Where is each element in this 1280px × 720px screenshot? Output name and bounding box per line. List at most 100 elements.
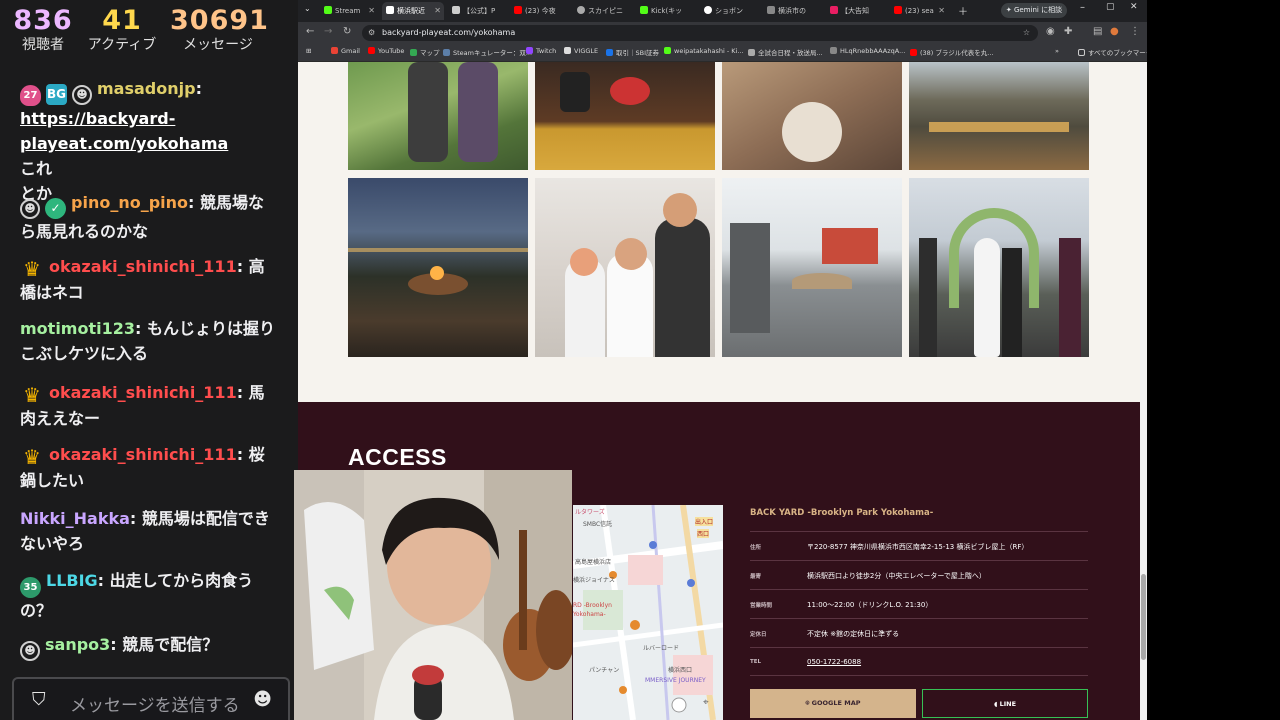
tab[interactable]: 【公式】P [448,2,506,20]
gemini-button[interactable]: ✦ Gemini に相談 [1001,3,1067,18]
chat-username[interactable]: okazaki_shinichi_111 [49,257,237,276]
bookmark-label: YouTube [378,47,405,55]
tab-favicon [514,6,522,14]
bookmark-item[interactable]: マップ [410,47,440,57]
chat-link[interactable]: https://backyard- [20,109,175,128]
close-icon[interactable]: ✕ [938,2,945,20]
bookmark-item[interactable]: 全試合日程・放送局... [748,47,823,57]
page-scrollbar[interactable] [1140,62,1147,720]
info-row-station: 最寄 横浜駅西口より徒歩2分（中央エレベーターで屋上階へ） [750,560,1088,589]
gallery-photo[interactable] [348,178,528,357]
line-button[interactable]: ◖ LINE [922,689,1088,718]
all-bookmarks[interactable]: すべてのブックマーク [1078,47,1147,57]
tab-search-icon[interactable]: ⌄ [304,4,311,13]
gallery-photo[interactable] [722,62,902,170]
chat-text: これ [20,159,53,178]
site-info-icon[interactable]: ⚙ [368,25,375,41]
line-icon: ◖ [993,700,998,708]
forward-icon[interactable]: → [324,26,332,37]
gallery-photo[interactable] [535,62,715,170]
menu-icon[interactable]: ⋮ [1130,26,1140,37]
info-row-hours: 営業時間 11:00〜22:00（ドリンクL.O. 21:30） [750,589,1088,618]
more-bookmarks-icon[interactable]: » [1055,47,1059,55]
bookmark-label: Steamキュレーター：双... [453,49,533,57]
tab[interactable]: 【大告知 [826,2,884,20]
access-heading: ACCESS [348,444,447,470]
tab[interactable]: Kick(キッ [636,2,694,20]
map-crosshair-icon[interactable]: ⌖ [703,697,709,708]
close-window-icon[interactable]: ✕ [1130,2,1138,12]
tab[interactable]: (23) sea ✕ [890,2,948,20]
tab[interactable]: スカイピニ [573,2,631,20]
tab[interactable]: 横浜市の [763,2,821,20]
info-value: 横浜駅西口より徒歩2分（中央エレベーターで屋上階へ） [807,572,986,580]
gallery-photo[interactable] [909,178,1089,357]
chat-username[interactable]: pino_no_pino [71,193,188,212]
maximize-icon[interactable]: ▢ [1106,2,1115,12]
gallery-photo[interactable] [909,62,1089,170]
bookmark-item[interactable]: HLqRnebbAAAzqA... [830,47,905,55]
sub-badge-icon: 27 [20,85,41,106]
address-bar[interactable]: ⚙ backyard-playeat.com/yokohama ☆ [362,25,1038,41]
scrollbar-thumb[interactable] [1141,574,1146,660]
minimize-icon[interactable]: – [1080,2,1085,13]
bookmark-item[interactable]: 取引｜SBI証券 [606,47,659,57]
chat-username[interactable]: motimoti123 [20,319,135,338]
chat-input-box[interactable]: ⛉ メッセージを送信する ☻ [12,677,290,720]
tab-label: Kick(キッ [651,7,683,15]
new-tab-icon[interactable]: ＋ [958,3,968,18]
tab[interactable]: ショボン [700,2,758,20]
emoji-icon[interactable]: ☻ [253,689,272,710]
tab-favicon [577,6,585,14]
shield-icon[interactable]: ⛉ [32,689,50,710]
reload-icon[interactable]: ↻ [343,26,351,37]
chat-username[interactable]: okazaki_shinichi_111 [49,383,237,402]
tab[interactable]: (23) 今夜 [510,2,568,20]
bookmark-item[interactable]: (38) ブラジル代表を丸... [910,47,993,57]
messages-count: 30691 [170,5,269,36]
map-label: パンチャン [589,667,620,674]
close-icon[interactable]: ✕ [368,2,375,20]
info-row-tel: TEL 050-1722-6088 [750,647,1088,676]
map-pin-icon: ⌾ [805,699,810,707]
extension-icon[interactable]: ◉ [1046,26,1055,37]
chat-username[interactable]: sanpo3 [45,635,110,654]
bookmark-item[interactable]: weipatakahashi - Ki... [664,47,744,55]
chat-message: 27 BG ☻ masadonjp: https://backyard- playea… [20,79,229,203]
map-label: 横浜西口 [668,667,693,674]
back-icon[interactable]: ← [306,26,314,37]
apps-icon[interactable]: ⊞ [306,47,311,55]
chat-message: ♛ okazaki_shinichi_111: 桜鍋したい [20,445,265,490]
profile-avatar-icon[interactable]: ● [1110,26,1119,37]
tab-active[interactable]: 横浜駅近 ✕ [382,2,444,20]
bookmark-item[interactable]: Twitch [526,47,556,55]
sidepanel-icon[interactable]: ▤ [1093,26,1102,37]
bookmark-star-icon[interactable]: ☆ [1023,25,1030,41]
bookmark-item[interactable]: YouTube [368,47,404,55]
bookmark-item[interactable]: Steamキュレーター：双... [443,47,532,57]
tab[interactable]: Stream ✕ [320,2,378,20]
phone-link[interactable]: 050-1722-6088 [807,658,861,666]
close-icon[interactable]: ✕ [434,2,441,20]
tab-label: (23) 今夜 [525,7,556,15]
chat-username[interactable]: Nikki_Hakka [20,509,130,528]
gallery-photo[interactable] [348,62,528,170]
bookmark-item[interactable]: Gmail [331,47,360,55]
google-map-button[interactable]: ⌾ GOOGLE MAP [750,689,916,718]
puzzle-icon[interactable]: ✚ [1064,26,1072,37]
tab-favicon [894,6,902,14]
gallery-photo[interactable] [722,178,902,357]
bookmark-item[interactable]: VIGGLE [564,47,598,55]
chat-link[interactable]: playeat.com/yokohama [20,134,228,153]
chat-username[interactable]: LLBIG [46,571,98,590]
chat-message: Nikki_Hakka: 競馬場は配信できないやろ [20,509,270,553]
tab-favicon [767,6,775,14]
chat-username[interactable]: okazaki_shinichi_111 [49,445,237,464]
info-value: 11:00〜22:00（ドリンクL.O. 21:30） [807,601,933,609]
bookmark-label: 取引｜SBI証券 [616,49,660,57]
tab-favicon [324,6,332,14]
access-map[interactable]: ルタワーズ SMBC信託 高島屋横浜店 横浜ジョイナス RD -Brooklyn… [573,505,723,720]
gallery-photo[interactable] [535,178,715,357]
chat-username[interactable]: masadonjp [97,79,196,98]
active-count: 41 [102,5,142,36]
